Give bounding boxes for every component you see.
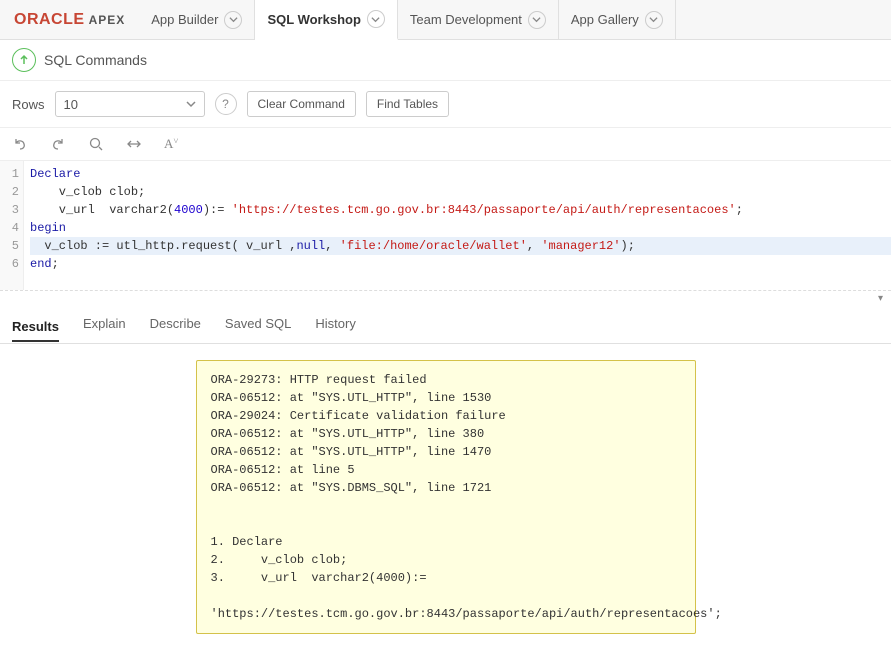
tab-describe[interactable]: Describe	[150, 312, 201, 335]
clear-command-button[interactable]: Clear Command	[247, 91, 356, 117]
page-header: SQL Commands	[0, 40, 891, 81]
nav-label: App Gallery	[571, 12, 639, 27]
logo-oracle: ORACLE	[14, 11, 85, 29]
code-line[interactable]: v_clob clob;	[30, 183, 891, 201]
help-icon[interactable]: ?	[215, 93, 237, 115]
chevron-down-icon	[186, 99, 196, 109]
error-message: ORA-29273: HTTP request failed ORA-06512…	[196, 360, 696, 634]
font-size-icon[interactable]: A˅	[164, 136, 178, 152]
chevron-down-icon[interactable]	[528, 11, 546, 29]
arrow-up-icon[interactable]	[12, 48, 36, 72]
result-tabs: Results Explain Describe Saved SQL Histo…	[0, 304, 891, 344]
nav-label: Team Development	[410, 12, 522, 27]
splitter-handle[interactable]: ▾	[0, 291, 891, 304]
nav-label: App Builder	[151, 12, 218, 27]
nav-app-builder[interactable]: App Builder	[139, 0, 255, 39]
redo-icon[interactable]	[50, 136, 66, 152]
resize-icon[interactable]	[126, 136, 142, 152]
code-line[interactable]: v_clob := utl_http.request( v_url ,null,…	[30, 237, 891, 255]
tab-saved-sql[interactable]: Saved SQL	[225, 312, 292, 335]
tab-history[interactable]: History	[315, 312, 355, 335]
nav-sql-workshop[interactable]: SQL Workshop	[255, 0, 397, 40]
code-line[interactable]: Declare	[30, 165, 891, 183]
chevron-down-icon[interactable]	[367, 10, 385, 28]
tab-results[interactable]: Results	[12, 315, 59, 342]
logo-apex: APEX	[89, 13, 126, 27]
results-pane: ORA-29273: HTTP request failed ORA-06512…	[0, 344, 891, 650]
logo[interactable]: ORACLE APEX	[0, 0, 139, 39]
search-icon[interactable]	[88, 136, 104, 152]
chevron-down-icon[interactable]	[224, 11, 242, 29]
code-line[interactable]: end;	[30, 255, 891, 273]
top-nav: ORACLE APEX App Builder SQL Workshop Tea…	[0, 0, 891, 40]
nav-app-gallery[interactable]: App Gallery	[559, 0, 676, 39]
rows-label: Rows	[12, 97, 45, 112]
page-title: SQL Commands	[44, 52, 147, 68]
code-lines[interactable]: Declare v_clob clob; v_url varchar2(4000…	[24, 161, 891, 290]
code-line[interactable]: v_url varchar2(4000):= 'https://testes.t…	[30, 201, 891, 219]
undo-icon[interactable]	[12, 136, 28, 152]
code-editor[interactable]: 123456 Declare v_clob clob; v_url varcha…	[0, 161, 891, 291]
nav-team-development[interactable]: Team Development	[398, 0, 559, 39]
tab-explain[interactable]: Explain	[83, 312, 126, 335]
chevron-down-icon[interactable]	[645, 11, 663, 29]
toolbar: Rows 10 ? Clear Command Find Tables	[0, 81, 891, 128]
nav-label: SQL Workshop	[267, 12, 360, 27]
code-line[interactable]: begin	[30, 219, 891, 237]
rows-value: 10	[64, 97, 78, 112]
gutter: 123456	[0, 161, 24, 290]
find-tables-button[interactable]: Find Tables	[366, 91, 449, 117]
rows-select[interactable]: 10	[55, 91, 205, 117]
editor-toolbar: A˅	[0, 128, 891, 161]
